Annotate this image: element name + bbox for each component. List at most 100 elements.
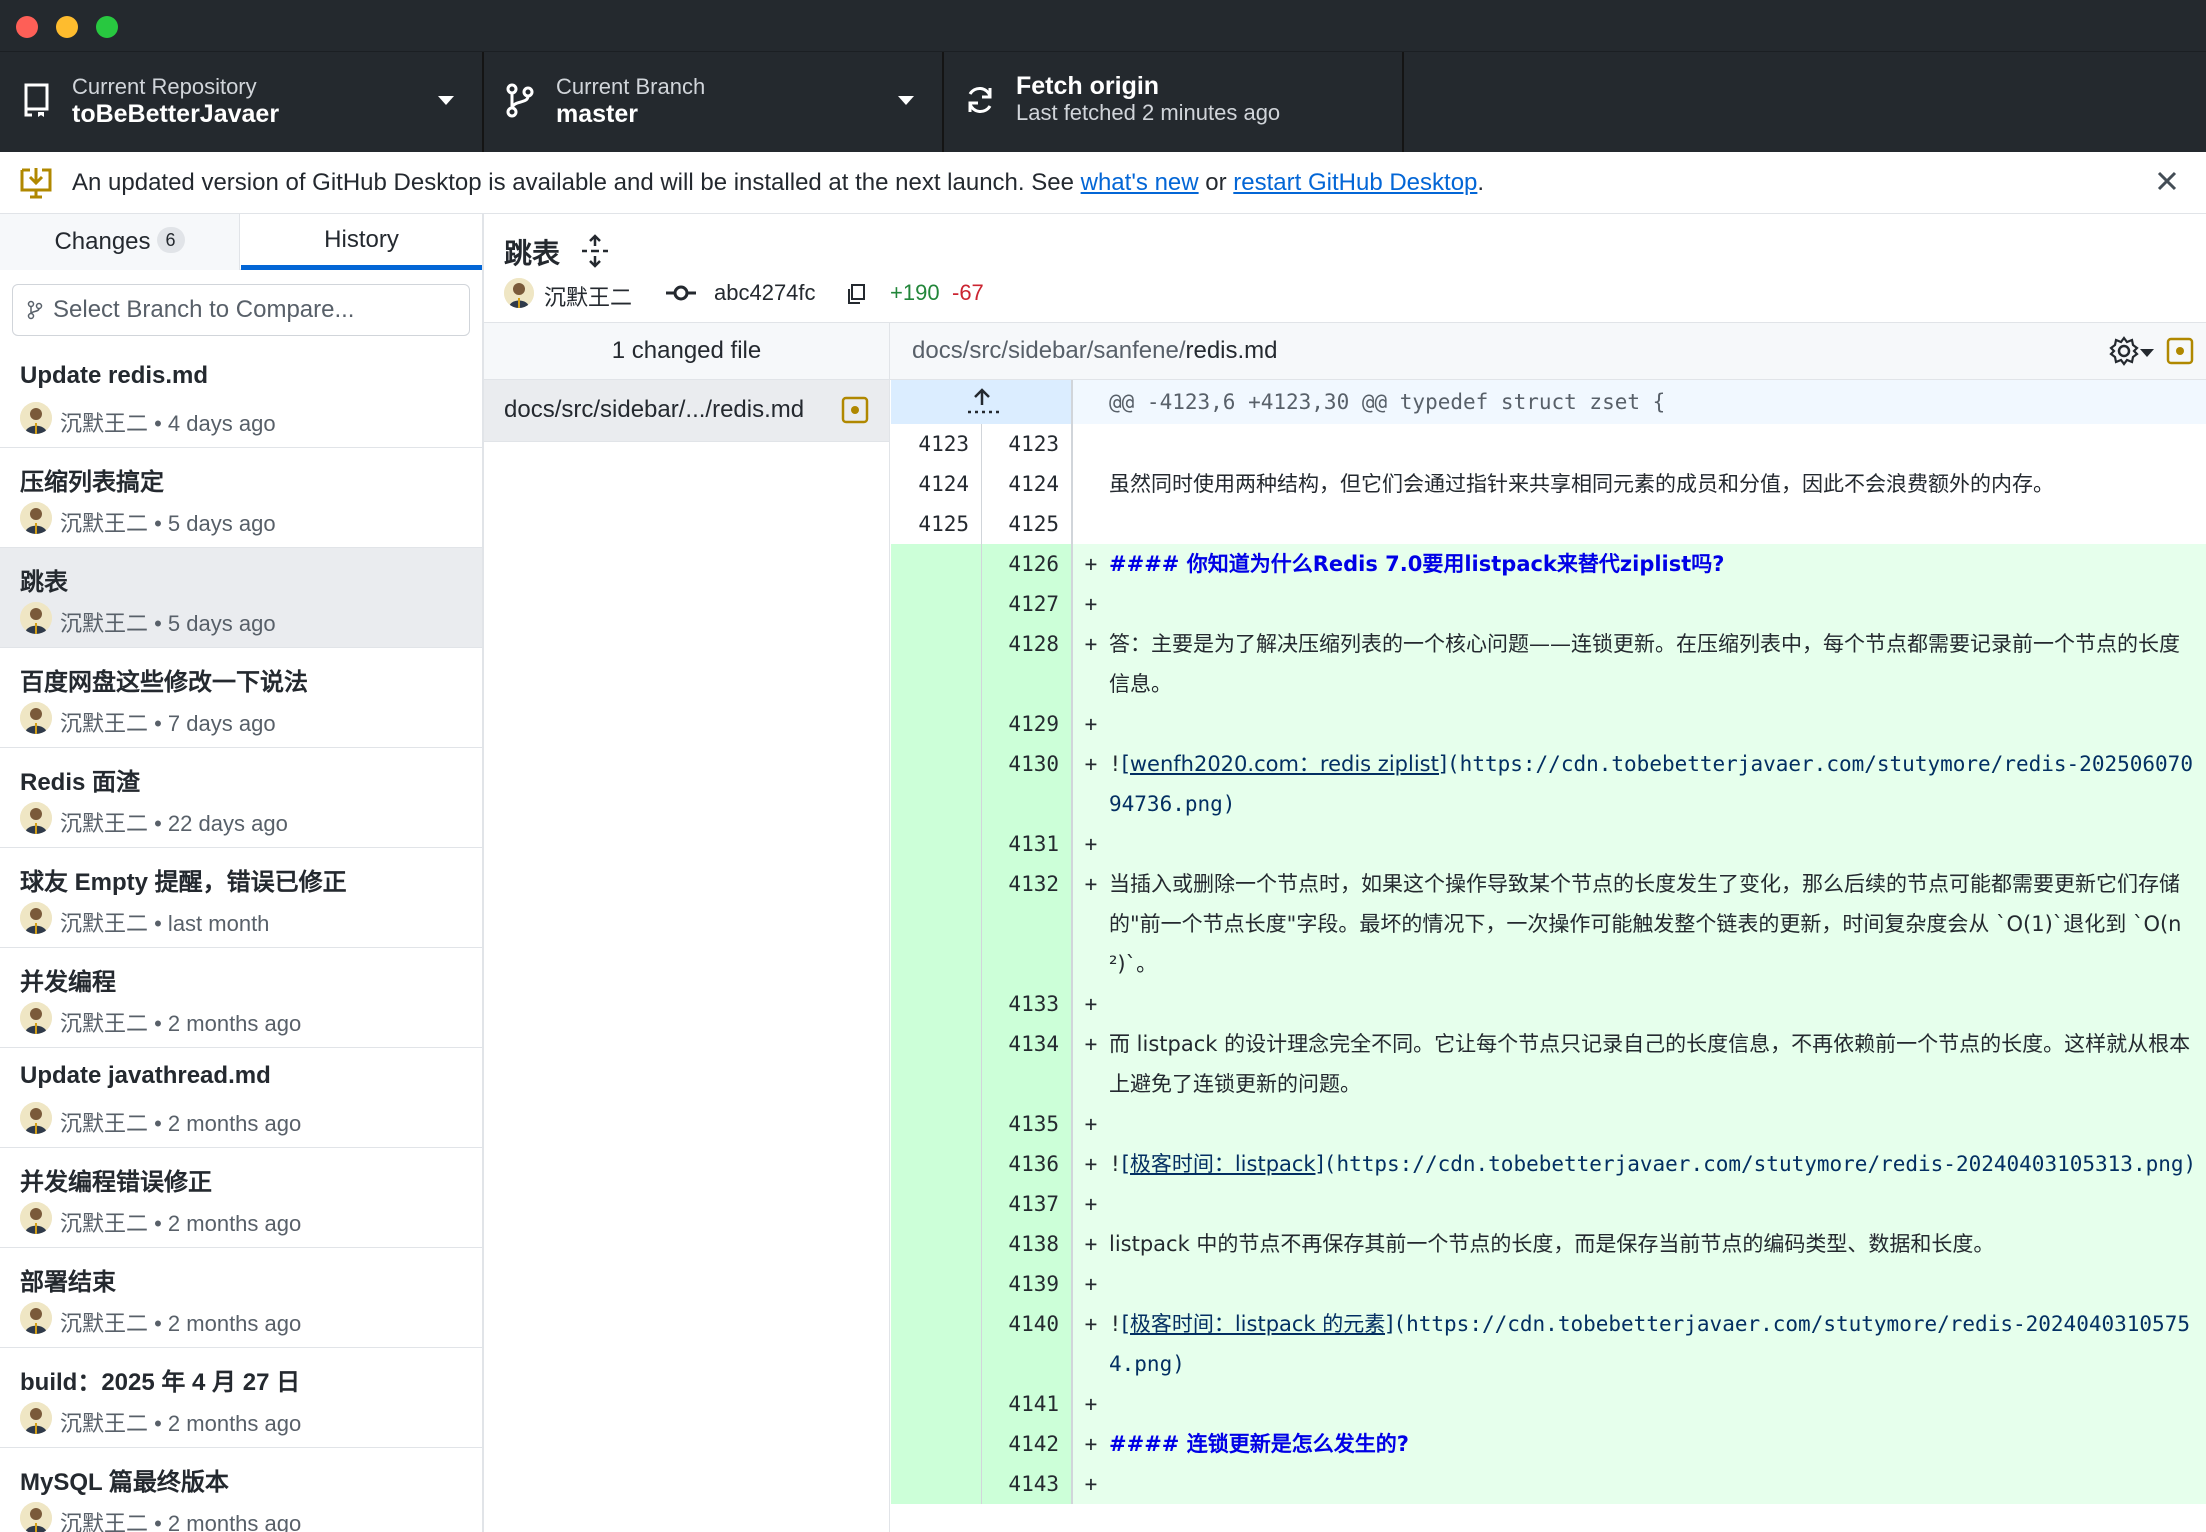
commit-list-item[interactable]: Redis 面渣 沉默王二 • 22 days ago: [0, 748, 482, 848]
diff-marker: +: [1084, 1472, 1098, 1496]
gear-icon[interactable]: [2108, 335, 2140, 367]
changed-file-name: docs/src/sidebar/.../redis.md: [504, 396, 805, 423]
old-line-number: [891, 1224, 982, 1264]
copy-icon[interactable]: [844, 282, 868, 306]
diff-added-line[interactable]: 4127 +: [891, 584, 2206, 624]
diff-added-line[interactable]: 4130 + ![wenfh2020.com：redis ziplist](http…: [891, 744, 2206, 824]
diff-line-text: #### 你知道为什么Redis 7.0要用listpack来替代ziplist…: [1109, 552, 1725, 576]
diff-marker: +: [1084, 592, 1098, 616]
window-close-button[interactable]: [16, 16, 38, 38]
branch-compare-input[interactable]: [53, 293, 453, 327]
old-line-number: [891, 1264, 982, 1304]
diff-added-line[interactable]: 4137 +: [891, 1184, 2206, 1224]
diff-added-line[interactable]: 4141 +: [891, 1384, 2206, 1424]
commit-title: Redis 面渣: [20, 769, 141, 796]
commit-list-item[interactable]: Update redis.md 沉默王二 • 4 days ago: [0, 348, 482, 448]
commit-list-item[interactable]: build：2025 年 4 月 27 日沉默王二 • 2 months ago: [0, 1348, 482, 1448]
diff-added-line[interactable]: 4132 + 当插入或删除一个节点时，如果这个操作导致某个节点的长度发生了变化，那么…: [891, 864, 2206, 984]
diff-added-line[interactable]: 4140 + ![极客时间：listpack 的元素](https://cdn.to…: [891, 1304, 2206, 1384]
diff-added-line[interactable]: 4143 +: [891, 1464, 2206, 1504]
branch-icon: [506, 83, 534, 118]
commit-list-item[interactable]: 并发编程沉默王二 • 2 months ago: [0, 948, 482, 1048]
old-line-number: [891, 1024, 982, 1104]
whats-new-link[interactable]: what's new: [1081, 169, 1199, 196]
hunk-header-text: @@ -4123,6 +4123,30 @@ typedef struct zs…: [1109, 390, 1666, 414]
commit-title: 并发编程: [20, 969, 116, 996]
current-branch-button[interactable]: Current Branch master: [484, 52, 944, 152]
new-line-number: 4124: [982, 464, 1073, 504]
diff-line-content: [1109, 824, 2206, 864]
repository-label: Current Repository: [72, 74, 257, 99]
close-icon[interactable]: [2152, 166, 2182, 196]
window-maximize-button[interactable]: [96, 16, 118, 38]
diff-line-content: [1109, 1104, 2206, 1144]
avatar: [20, 402, 52, 434]
update-banner: An updated version of GitHub Desktop is …: [0, 152, 2206, 214]
tab-changes[interactable]: Changes 6: [0, 214, 240, 270]
fetch-origin-button[interactable]: Fetch origin Last fetched 2 minutes ago: [944, 52, 1404, 152]
markdown-image-alt: [极客时间：listpack]: [1121, 1152, 1324, 1176]
new-line-number: 4141: [982, 1384, 1073, 1424]
changed-file-item[interactable]: docs/src/sidebar/.../redis.md: [484, 380, 889, 442]
diff-context-line[interactable]: 4125 4125: [891, 504, 2206, 544]
diff-context-line[interactable]: 4124 4124 虽然同时使用两种结构，但它们会通过指针来共享相同元素的成员和分值…: [891, 464, 2206, 504]
diff-marker: +: [1084, 1272, 1098, 1296]
chevron-down-icon[interactable]: [2140, 349, 2154, 357]
current-repository-button[interactable]: Current Repository toBeBetterJavaer: [0, 52, 484, 152]
commit-author-time: 沉默王二 • 2 months ago: [60, 1011, 302, 1036]
commit-list-item[interactable]: 球友 Empty 提醒，错误已修正 沉默王二 • last month: [0, 848, 482, 948]
expand-hunk-button[interactable]: [891, 380, 1073, 424]
tab-history[interactable]: History: [241, 214, 482, 270]
commit-author: 沉默王二: [544, 285, 633, 310]
restart-github-desktop-link[interactable]: restart GitHub Desktop: [1233, 169, 1477, 196]
new-line-number: 4133: [982, 984, 1073, 1024]
old-line-number: [891, 864, 982, 984]
diff-marker: +: [1084, 872, 1098, 896]
commit-list-item[interactable]: 跳表 沉默王二 • 5 days ago: [0, 548, 482, 648]
old-line-number: 4123: [891, 424, 982, 464]
diff-added-line[interactable]: 4139 +: [891, 1264, 2206, 1304]
commit-list-item[interactable]: 百度网盘这些修改一下说法 沉默王二 • 7 days ago: [0, 648, 482, 748]
new-line-number: 4125: [982, 504, 1073, 544]
diff-added-line[interactable]: 4129 +: [891, 704, 2206, 744]
diff-line-text: listpack 中的节点不再保存其前一个节点的长度，而是保存当前节点的编码类型…: [1109, 1232, 1995, 1256]
diff-added-line[interactable]: 4134 + 而 listpack 的设计理念完全不同。它让每个节点只记录自己的长度…: [891, 1024, 2206, 1104]
commit-list-item[interactable]: 压缩列表搞定 沉默王二 • 5 days ago: [0, 448, 482, 548]
new-line-number: 4137: [982, 1184, 1073, 1224]
diff-context-line[interactable]: 4123 4123: [891, 424, 2206, 464]
new-line-number: 4136: [982, 1144, 1073, 1184]
window-minimize-button[interactable]: [56, 16, 78, 38]
repo-icon: [24, 83, 49, 117]
avatar: [504, 278, 534, 308]
diff-added-line[interactable]: 4135 +: [891, 1104, 2206, 1144]
git-branch-small-icon: [27, 300, 43, 320]
commit-author-time: 沉默王二 • 5 days ago: [60, 511, 276, 536]
commit-list-item[interactable]: MySQL 篇最终版本 沉默王二 • 2 months ago: [0, 1448, 482, 1532]
diff-line-content: 当插入或删除一个节点时，如果这个操作导致某个节点的长度发生了变化，那么后续的节点…: [1109, 864, 2206, 984]
diff-added-line[interactable]: 4128 + 答：主要是为了解决压缩列表的一个核心问题——连锁更新。在压缩列表中，每…: [891, 624, 2206, 704]
commit-title: Update redis.md: [20, 362, 209, 389]
diff-line-content: ![极客时间：listpack 的元素](https://cdn.tobebet…: [1109, 1312, 2190, 1376]
diff-line-content: [1109, 1184, 2206, 1224]
diff-added-line[interactable]: 4133 +: [891, 984, 2206, 1024]
commit-list-item[interactable]: Update javathread.md 沉默王二 • 2 months ago: [0, 1048, 482, 1148]
new-line-number: 4123: [982, 424, 1073, 464]
branch-compare-field[interactable]: [12, 284, 470, 336]
avatar: [20, 702, 52, 734]
diff-line-content: listpack 中的节点不再保存其前一个节点的长度，而是保存当前节点的编码类型…: [1109, 1224, 2206, 1264]
expand-icon[interactable]: [580, 234, 610, 268]
diff-line-content: [1109, 424, 2206, 464]
diff-line-content: [1109, 504, 2206, 544]
diff-added-line[interactable]: 4138 + listpack 中的节点不再保存其前一个节点的长度，而是保存当前节点…: [891, 1224, 2206, 1264]
commit-list-item[interactable]: 部署结束 沉默王二 • 2 months ago: [0, 1248, 482, 1348]
diff-added-line[interactable]: 4136 + ![极客时间：listpack](https://cdn.tobebe…: [891, 1144, 2206, 1184]
commit-author-time: 沉默王二 • 2 months ago: [60, 1411, 302, 1436]
diff-view: @@ -4123,6 +4123,30 @@ typedef struct zs…: [891, 380, 2206, 1532]
avatar: [20, 1402, 52, 1434]
new-line-number: 4126: [982, 544, 1073, 584]
commit-title: 跳表: [20, 569, 68, 596]
diff-added-line[interactable]: 4131 +: [891, 824, 2206, 864]
diff-added-line[interactable]: 4126 + #### 你知道为什么Redis 7.0要用listpack来替代zi…: [891, 544, 2206, 584]
commit-list-item[interactable]: 并发编程错误修正 沉默王二 • 2 months ago: [0, 1148, 482, 1248]
diff-added-line[interactable]: 4142 + #### 连锁更新是怎么发生的?: [891, 1424, 2206, 1464]
